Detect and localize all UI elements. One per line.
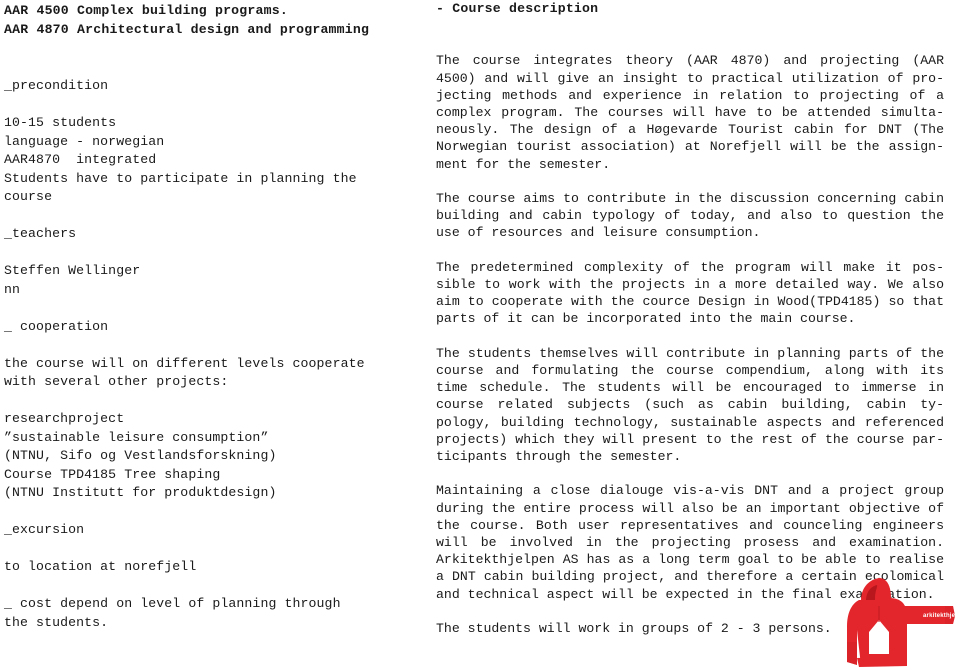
course-description-paragraph: The predetermined complexity of the prog… [436, 259, 944, 327]
right-column: - Course description The course integrat… [436, 0, 944, 637]
left-column: AAR 4500 Complex building programs. AAR … [4, 2, 404, 632]
section-heading-precondition: _precondition [4, 78, 109, 93]
sleeve-brand-text: arkitekthjelpen [923, 613, 957, 619]
section-body-teachers: Steffen Wellinger nn [4, 263, 141, 297]
jacket-icon: arkitekthjelpen [847, 578, 957, 667]
course-description-paragraph: The course integrates theory (AAR 4870) … [436, 53, 944, 172]
course-description-paragraph: The students themselves will contribute … [436, 345, 944, 464]
section-heading-teachers: _teachers [4, 226, 77, 241]
document-page: AAR 4500 Complex building programs. AAR … [0, 0, 960, 670]
section-heading-cooperation: _ cooperation [4, 318, 109, 334]
section-body-excursion: to location at norefjell [4, 559, 197, 574]
course-title-line-2: AAR 4870 Architectural design and progra… [4, 21, 370, 37]
course-title-line-1: AAR 4500 Complex building programs. [4, 3, 288, 18]
course-description-heading: - Course description [436, 1, 599, 16]
course-description-paragraph: The course aims to contribute in the dis… [436, 190, 944, 241]
section-heading-excursion: _excursion [4, 522, 85, 537]
arkitekthjelpen-logo: arkitekthjelpen [845, 572, 957, 668]
section-body-cost: _ cost depend on level of planning throu… [4, 596, 341, 630]
section-body-precondition: 10-15 students language - norwegian AAR4… [4, 115, 357, 204]
section-body-cooperation: the course will on different levels coop… [4, 355, 365, 501]
